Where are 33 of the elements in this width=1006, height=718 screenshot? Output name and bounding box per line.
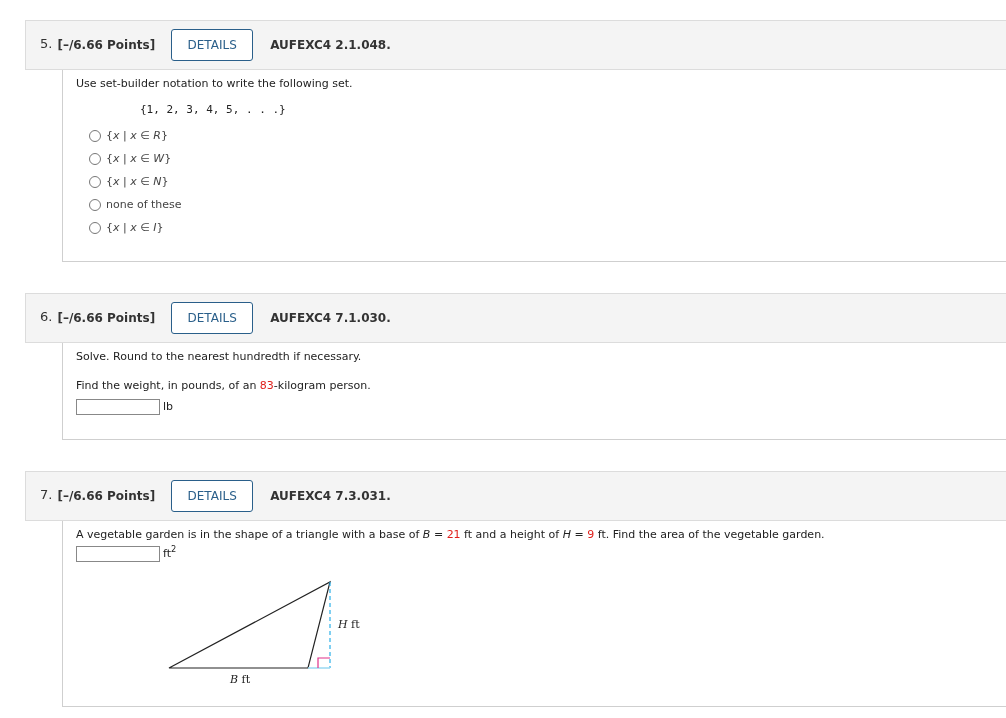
option-label: {x | x ∈ N}	[106, 173, 169, 190]
set-expression: {1, 2, 3, 4, 5, . . .}	[140, 101, 286, 118]
details-button[interactable]: DETAILS	[171, 480, 254, 512]
question-code: AUFEXC4 7.1.030.	[270, 310, 391, 327]
answer-field[interactable]	[76, 545, 160, 562]
question-text: Use set-builder notation to write the following set.	[76, 76, 354, 92]
question-text: A vegetable garden is in the shape of a triangle with a base of B = 21 ft and a height of H = 9 ft. Find the area of the vegetable garden.	[76, 527, 826, 543]
question-code: AUFEXC4 7.3.031.	[270, 488, 391, 505]
radio-button[interactable]	[89, 130, 101, 142]
unit-label: ft$^{2}$	[163, 545, 177, 562]
unit-label: lb	[163, 399, 174, 415]
points-label: [–/6.66 Points]	[57, 488, 156, 505]
base-label: B ft	[230, 671, 251, 688]
radio-button[interactable]	[89, 222, 101, 234]
answer-field[interactable]	[76, 399, 160, 415]
question-number: 6.	[40, 307, 53, 326]
option-label: {x | x ∈ I}	[106, 219, 164, 236]
points-label: [–/6.66 Points]	[57, 37, 156, 54]
radio-button[interactable]	[89, 199, 101, 211]
question-text: Solve. Round to the nearest hundredth if necessary.	[76, 349, 363, 365]
height-label: H ft	[338, 616, 360, 633]
details-button[interactable]: DETAILS	[171, 302, 254, 334]
option-label: {x | x ∈ R}	[106, 127, 168, 144]
option-label: none of these	[106, 196, 182, 213]
question-number: 7.	[40, 485, 53, 504]
radio-button[interactable]	[89, 153, 101, 165]
points-label: [–/6.66 Points]	[57, 310, 156, 327]
radio-button[interactable]	[89, 176, 101, 188]
question-number: 5.	[40, 34, 53, 53]
option-label: {x | x ∈ W}	[106, 150, 172, 167]
question-text: Find the weight, in pounds, of an 83-kilogram person.	[76, 377, 372, 394]
details-button[interactable]: DETAILS	[171, 29, 254, 61]
question-code: AUFEXC4 2.1.048.	[270, 37, 391, 54]
